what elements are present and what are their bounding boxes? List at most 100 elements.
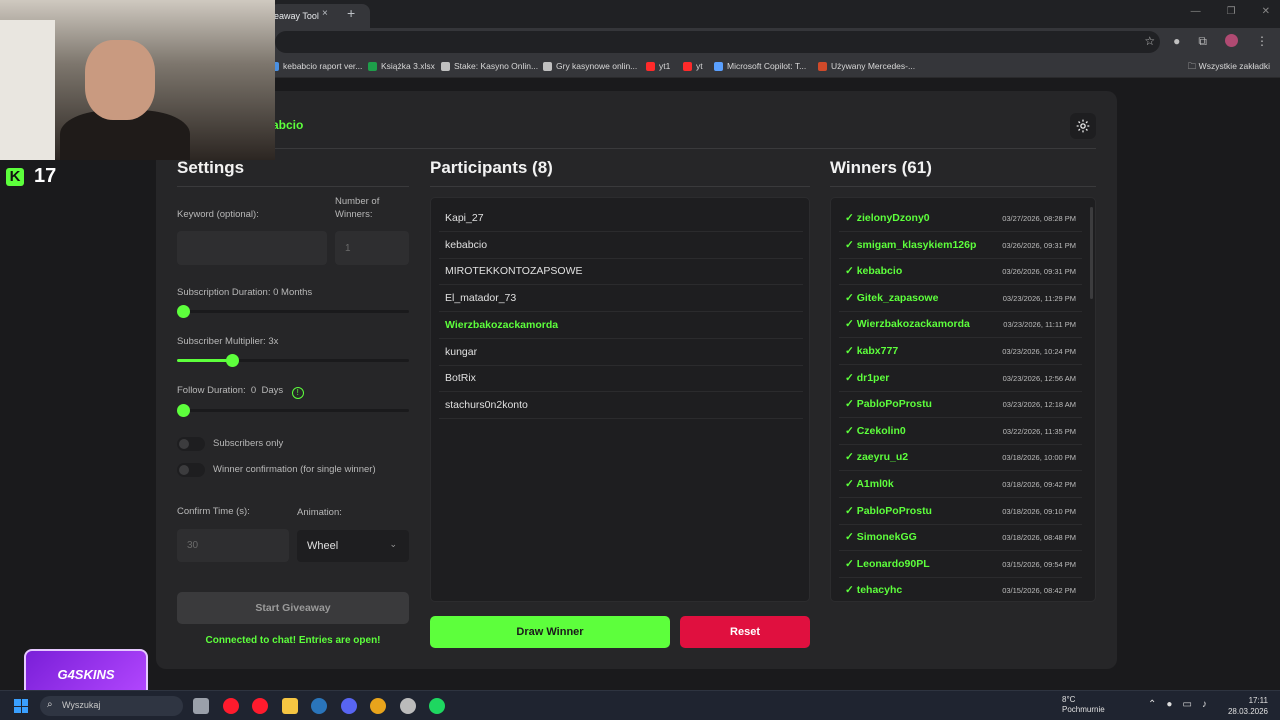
sub-duration-label: Subscription Duration: 0 Months: [177, 287, 313, 298]
discord-icon[interactable]: [340, 698, 357, 714]
sub-multiplier-slider[interactable]: [177, 354, 409, 367]
profile-avatar[interactable]: [1225, 34, 1238, 47]
extensions-icon[interactable]: ⧉: [1198, 34, 1207, 49]
participants-list: Kapi_27 kebabcio MIROTEKKONTOZAPSOWE El_mat…: [430, 197, 810, 602]
sub-multiplier-label: Subscriber Multiplier: 3x: [177, 336, 279, 347]
sub-duration-slider[interactable]: [177, 305, 409, 318]
num-winners-input[interactable]: 1: [335, 231, 409, 265]
winner-row: ✓ PabloPoProstu 03/18/2026, 09:10 PM: [839, 499, 1082, 525]
chevron-up-icon[interactable]: ⌃: [1148, 699, 1156, 710]
bookmark-item[interactable]: Microsoft Copilot: T...: [714, 61, 806, 71]
new-tab-icon[interactable]: +: [347, 5, 355, 21]
spotify-icon[interactable]: [429, 698, 445, 714]
participants-title: Participants (8): [430, 158, 553, 177]
confirm-time-input[interactable]: 30: [177, 529, 289, 562]
draw-winner-button[interactable]: Draw Winner: [430, 616, 670, 648]
winner-row: ✓ zielonyDzony0 03/27/2026, 08:28 PM: [839, 206, 1082, 232]
animation-select[interactable]: Wheel ⌄: [297, 530, 409, 562]
winner-name: ✓ SimonekGG: [845, 531, 917, 544]
info-icon[interactable]: !: [291, 386, 304, 399]
kick-logo-icon: K: [6, 167, 24, 186]
file-explorer-icon[interactable]: [281, 698, 298, 714]
search-icon: ⌕: [47, 699, 53, 710]
bookmark-item[interactable]: yt: [683, 61, 703, 71]
sub-duration-handle[interactable]: [177, 305, 190, 318]
network-icon[interactable]: ▭: [1182, 699, 1191, 710]
close-window-icon[interactable]: ✕: [1262, 6, 1270, 17]
bookmark-star-icon[interactable]: ☆: [1144, 34, 1155, 49]
minimize-icon[interactable]: —: [1191, 6, 1201, 17]
chrome-icon[interactable]: [370, 698, 386, 714]
participant-row: Kapi_27: [439, 206, 803, 232]
keyword-input[interactable]: [177, 231, 327, 265]
window-controls: — ❐ ✕: [1191, 6, 1270, 17]
winner-date: 03/27/2026, 08:28 PM: [1002, 214, 1076, 223]
winners-divider: [830, 186, 1096, 187]
num-winners-label-1: Number of: [335, 196, 380, 207]
winners-title: Winners (61): [830, 158, 932, 177]
winner-name: ✓ zielonyDzony0: [845, 212, 930, 224]
winner-date: 03/18/2026, 10:00 PM: [1002, 453, 1076, 463]
all-bookmarks[interactable]: 🗀 Wszystkie zakładki: [1188, 61, 1270, 75]
bookmark-favicon-icon: [646, 61, 655, 71]
participant-row: stachurs0n2konto: [439, 393, 803, 419]
maximize-icon[interactable]: ❐: [1227, 6, 1236, 17]
start-giveaway-button[interactable]: Start Giveaway: [177, 592, 409, 624]
winner-name: ✓ Czekolin0: [845, 424, 906, 437]
bookmark-item[interactable]: Gry kasynowe onlin...: [543, 61, 637, 71]
keyword-label: Keyword (optional):: [177, 209, 259, 220]
winner-name: ✓ dr1per: [845, 371, 890, 384]
participant-row: Wierzbakozackamorda: [439, 313, 803, 339]
close-tab-icon[interactable]: ×: [322, 8, 328, 19]
follow-duration-slider[interactable]: [177, 404, 409, 417]
winner-confirmation-toggle[interactable]: [177, 463, 205, 477]
settings-button[interactable]: [1070, 113, 1096, 139]
winner-name: ✓ zaeyru_u2: [845, 451, 909, 464]
winner-row: ✓ SimonekGG 03/18/2026, 08:48 PM: [839, 525, 1082, 552]
participants-divider: [430, 186, 810, 187]
system-tray: ⌃ ● ▭ ♪: [1148, 699, 1207, 710]
bookmark-item[interactable]: kebabcio raport ver...: [270, 61, 362, 71]
taskbar-search[interactable]: ⌕ Wyszukaj: [40, 696, 183, 716]
winner-date: 03/26/2026, 09:31 PM: [1002, 240, 1076, 250]
bookmark-item[interactable]: Używany Mercedes-...: [818, 61, 915, 71]
winner-date: 03/26/2026, 09:31 PM: [1002, 267, 1076, 277]
bookmark-item[interactable]: yt1: [646, 61, 670, 71]
bookmark-item[interactable]: Stake: Kasyno Onlin...: [441, 61, 538, 71]
menu-icon[interactable]: ⋮: [1256, 34, 1268, 49]
winner-date: 03/18/2026, 08:48 PM: [1002, 533, 1076, 543]
winner-date: 03/23/2026, 11:29 PM: [1002, 293, 1076, 303]
winner-name: ✓ kabx777: [845, 345, 899, 357]
weather-widget[interactable]: 8°C Pochmurnie: [1062, 695, 1105, 715]
steam-icon[interactable]: [311, 698, 327, 714]
confirm-time-label: Confirm Time (s):: [177, 506, 250, 517]
winner-name: ✓ PabloPoProstu: [845, 398, 932, 411]
subscribers-only-label: Subscribers only: [213, 438, 284, 449]
winners-scrollbar[interactable]: [1090, 207, 1093, 299]
winner-date: 03/18/2026, 09:10 PM: [1002, 506, 1076, 516]
taskbar-clock[interactable]: 17:11 28.03.2026: [1228, 695, 1268, 717]
subscribers-only-toggle[interactable]: [177, 437, 205, 451]
bookmark-favicon-icon: [543, 61, 552, 71]
bookmark-item[interactable]: Książka 3.xlsx: [368, 61, 435, 71]
reset-button[interactable]: Reset: [680, 616, 810, 648]
winner-date: 03/23/2026, 10:24 PM: [1002, 347, 1076, 356]
bookmark-favicon-icon: [714, 61, 723, 71]
windows-start-icon[interactable]: [14, 699, 28, 713]
folder-icon: 🗀: [1187, 61, 1199, 71]
task-view-icon[interactable]: [193, 698, 209, 714]
follow-duration-handle[interactable]: [177, 404, 190, 417]
mic-icon[interactable]: ●: [1166, 699, 1172, 710]
address-bar[interactable]: [275, 31, 1160, 53]
windows-taskbar: ⌕ Wyszukaj 8°C Pochmurnie ⌃ ● ▭ ♪ 17:11 …: [0, 690, 1280, 720]
volume-icon[interactable]: ♪: [1202, 699, 1207, 710]
webcam-overlay: [0, 0, 275, 160]
app-x-icon[interactable]: [399, 698, 416, 714]
num-winners-label-2: Winners:: [335, 209, 373, 220]
winner-date: 03/15/2026, 08:42 PM: [1002, 586, 1076, 596]
participant-row: BotRix: [439, 366, 803, 393]
opera-icon[interactable]: [222, 698, 239, 714]
extension-dot-icon[interactable]: ●: [1173, 34, 1180, 49]
opera-gx-icon[interactable]: [252, 698, 268, 714]
winner-name: ✓ smigam_klasykiem126p: [845, 238, 977, 251]
